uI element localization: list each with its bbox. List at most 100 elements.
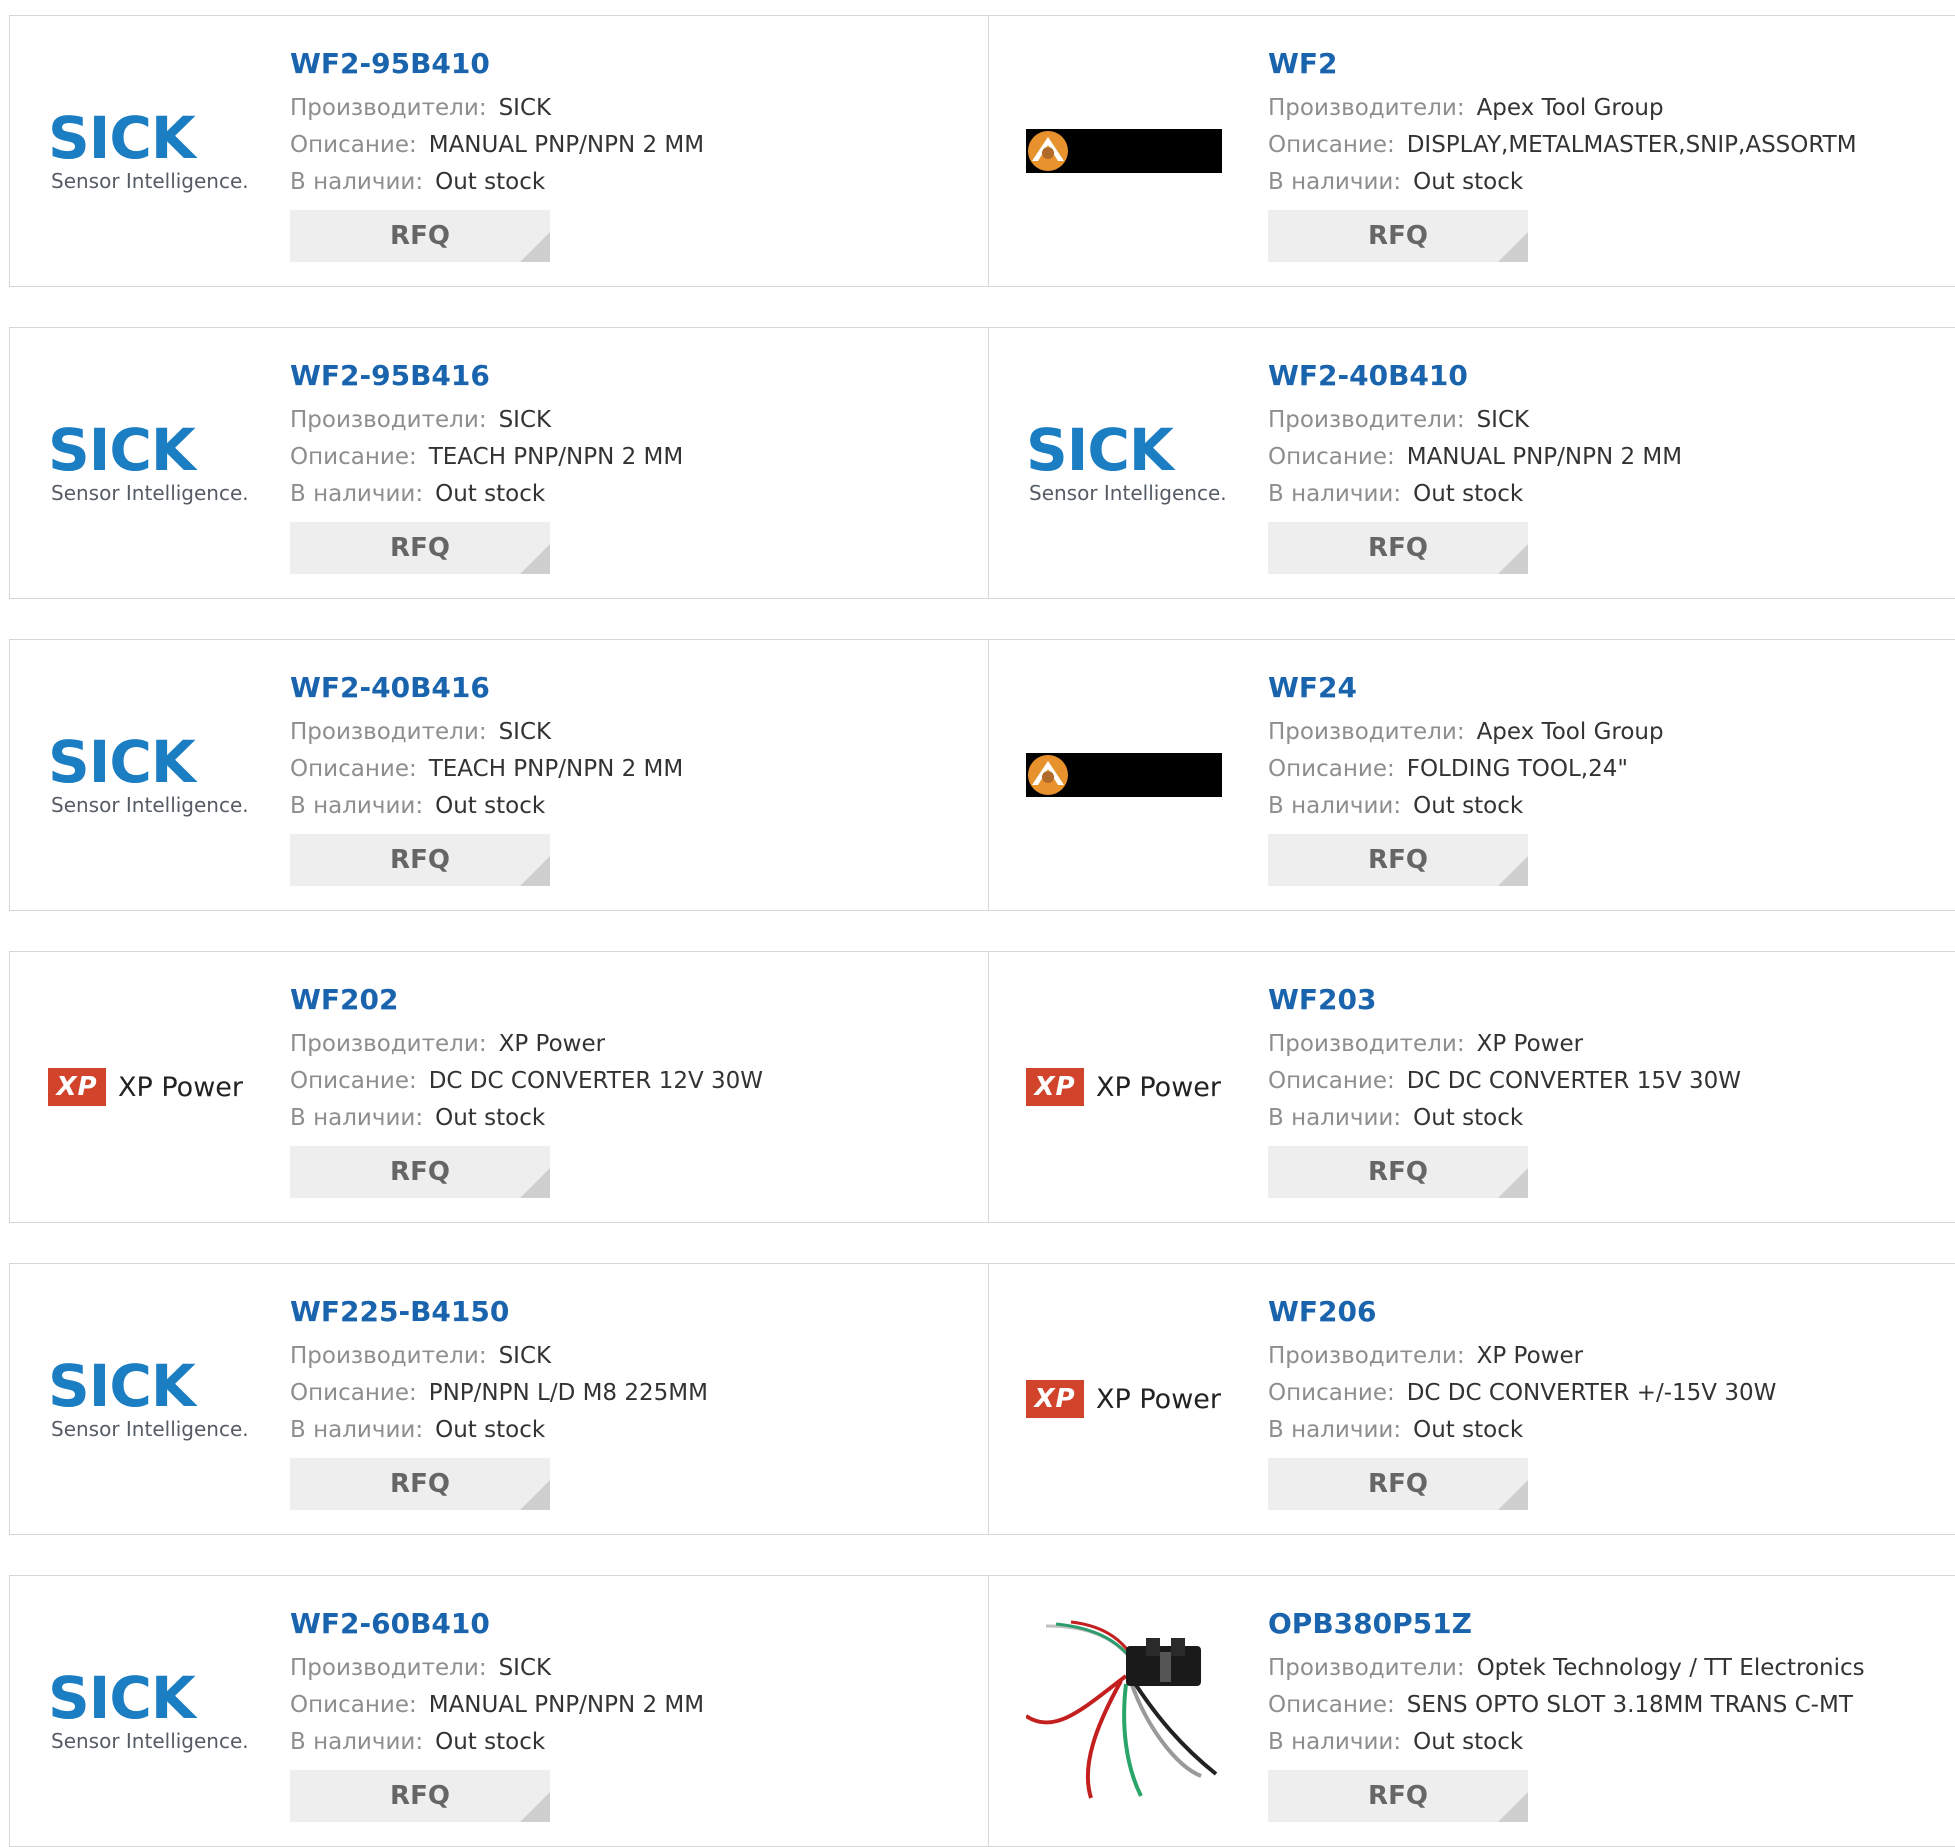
corner-triangle-icon: [520, 1168, 550, 1198]
manufacturer-value: SICK: [498, 1655, 552, 1681]
manufacturer-label: Производители:: [1268, 1655, 1465, 1681]
stock-value: Out stock: [435, 1729, 546, 1755]
manufacturer-value: SICK: [498, 407, 552, 433]
manufacturer-logo: SICK Sensor Intelligence.: [48, 680, 249, 870]
manufacturer-value: Apex Tool Group: [1476, 719, 1664, 745]
rfq-button[interactable]: RFQ: [290, 1770, 550, 1822]
manufacturer-value: SICK: [1476, 407, 1530, 433]
manufacturer-label: Производители:: [1268, 719, 1465, 745]
rfq-button[interactable]: RFQ: [290, 834, 550, 886]
description-label: Описание:: [1268, 444, 1395, 470]
product-name-link[interactable]: WF24: [1268, 670, 1664, 706]
stock-line: В наличии: Out stock: [290, 1724, 704, 1761]
description-line: Описание: TEACH PNP/NPN 2 MM: [290, 439, 683, 476]
manufacturer-label: Производители:: [1268, 1031, 1465, 1057]
product-name-link[interactable]: WF2-95B410: [290, 46, 704, 82]
manufacturer-line: Производители: SICK: [290, 1650, 704, 1687]
stock-value: Out stock: [435, 1417, 546, 1443]
description-line: Описание: FOLDING TOOL,24": [1268, 751, 1664, 788]
stock-label: В наличии:: [290, 481, 424, 507]
stock-label: В наличии:: [290, 169, 424, 195]
description-line: Описание: DISPLAY,METALMASTER,SNIP,ASSORT…: [1268, 127, 1857, 164]
manufacturer-line: Производители: SICK: [290, 1338, 708, 1375]
sick-logo-tagline: Sensor Intelligence.: [51, 1729, 249, 1753]
stock-value: Out stock: [1413, 1105, 1524, 1131]
description-value: TEACH PNP/NPN 2 MM: [428, 444, 684, 470]
stock-line: В наличии: Out stock: [1268, 788, 1664, 825]
manufacturer-line: Производители: SICK: [290, 90, 704, 127]
rfq-button[interactable]: RFQ: [1268, 210, 1528, 262]
sick-logo: SICK Sensor Intelligence.: [48, 728, 249, 817]
rfq-button[interactable]: RFQ: [1268, 834, 1528, 886]
corner-triangle-icon: [1498, 232, 1528, 262]
product-info: WF2-40B416 Производители: SICK Описание: T…: [290, 670, 683, 886]
rfq-button[interactable]: RFQ: [290, 522, 550, 574]
manufacturer-value: XP Power: [498, 1031, 606, 1057]
stock-line: В наличии: Out stock: [290, 1412, 708, 1449]
rfq-label: RFQ: [390, 1157, 450, 1187]
product-info: WF2-95B410 Производители: SICK Описание: M…: [290, 46, 704, 262]
rfq-button[interactable]: RFQ: [1268, 522, 1528, 574]
description-value: MANUAL PNP/NPN 2 MM: [1406, 444, 1683, 470]
corner-triangle-icon: [520, 856, 550, 886]
product-name-link[interactable]: WF2: [1268, 46, 1857, 82]
description-line: Описание: PNP/NPN L/D M8 225MM: [290, 1375, 708, 1412]
rfq-button[interactable]: RFQ: [290, 1146, 550, 1198]
description-line: Описание: DC DC CONVERTER 15V 30W: [1268, 1063, 1741, 1100]
description-value: DC DC CONVERTER 12V 30W: [428, 1068, 764, 1094]
manufacturer-logo: XP XP Power: [48, 992, 248, 1182]
description-line: Описание: SENS OPTO SLOT 3.18MM TRANS C-M…: [1268, 1687, 1865, 1724]
description-value: FOLDING TOOL,24": [1406, 756, 1628, 782]
sick-logo-word: SICK: [48, 728, 196, 796]
manufacturer-logo: SICK Sensor Intelligence.: [48, 1304, 249, 1494]
stock-line: В наличии: Out stock: [290, 476, 683, 513]
stock-label: В наличии:: [1268, 793, 1402, 819]
rfq-button[interactable]: RFQ: [290, 210, 550, 262]
stock-line: В наличии: Out stock: [1268, 164, 1857, 201]
product-name-link[interactable]: WF2-95B416: [290, 358, 683, 394]
product-name-link[interactable]: WF206: [1268, 1294, 1776, 1330]
sick-logo: SICK Sensor Intelligence.: [48, 1357, 249, 1441]
sick-logo-tagline: Sensor Intelligence.: [1029, 481, 1227, 505]
product-card: WF24 Производители: Apex Tool Group Описа…: [988, 640, 1955, 910]
product-row: SICK Sensor Intelligence. WF2-60B410 Про…: [9, 1575, 1955, 1847]
manufacturer-label: Производители:: [290, 1031, 487, 1057]
product-name-link[interactable]: WF225-B4150: [290, 1294, 708, 1330]
stock-value: Out stock: [1413, 1417, 1524, 1443]
manufacturer-value: XP Power: [1476, 1031, 1584, 1057]
sick-logo: SICK Sensor Intelligence.: [1026, 421, 1227, 505]
product-info: WF2 Производители: Apex Tool Group Описан…: [1268, 46, 1857, 262]
product-name-link[interactable]: WF203: [1268, 982, 1741, 1018]
description-label: Описание:: [290, 444, 417, 470]
stock-label: В наличии:: [1268, 1105, 1402, 1131]
rfq-label: RFQ: [390, 1469, 450, 1499]
product-name-link[interactable]: WF2-40B416: [290, 670, 683, 706]
corner-triangle-icon: [1498, 544, 1528, 574]
rfq-label: RFQ: [1368, 1157, 1428, 1187]
manufacturer-line: Производители: Apex Tool Group: [1268, 90, 1857, 127]
manufacturer-logo: XP XP Power: [1026, 1304, 1226, 1494]
xp-power-logo: XP XP Power: [1026, 1380, 1221, 1418]
product-name-link[interactable]: WF202: [290, 982, 763, 1018]
product-name-link[interactable]: WF2-60B410: [290, 1606, 704, 1642]
manufacturer-logo: [1026, 1616, 1226, 1806]
stock-value: Out stock: [1413, 1729, 1524, 1755]
product-name-link[interactable]: WF2-40B410: [1268, 358, 1682, 394]
description-label: Описание:: [290, 132, 417, 158]
description-line: Описание: DC DC CONVERTER 12V 30W: [290, 1063, 763, 1100]
stock-line: В наличии: Out stock: [290, 1100, 763, 1137]
rfq-button[interactable]: RFQ: [1268, 1146, 1528, 1198]
manufacturer-logo: SICK Sensor Intelligence.: [48, 56, 249, 246]
product-card: XP XP Power WF206 Производители: XP Power…: [988, 1264, 1955, 1534]
product-card: SICK Sensor Intelligence. WF2-40B410 Про…: [988, 328, 1955, 598]
corner-triangle-icon: [1498, 1792, 1528, 1822]
product-info: OPB380P51Z Производители: Optek Technolog…: [1268, 1606, 1865, 1822]
product-name-link[interactable]: OPB380P51Z: [1268, 1606, 1865, 1642]
stock-line: В наличии: Out stock: [290, 164, 704, 201]
rfq-button[interactable]: RFQ: [1268, 1770, 1528, 1822]
apex-logo: [1026, 753, 1222, 797]
rfq-button[interactable]: RFQ: [1268, 1458, 1528, 1510]
xp-logo-mark: XP: [1026, 1380, 1084, 1418]
rfq-button[interactable]: RFQ: [290, 1458, 550, 1510]
rfq-label: RFQ: [390, 533, 450, 563]
